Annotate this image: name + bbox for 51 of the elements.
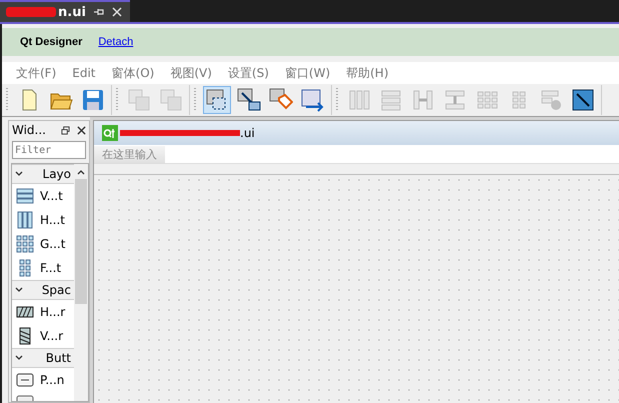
menu-item[interactable]: 文件(F): [16, 64, 56, 82]
document-title: n.ui: [58, 4, 86, 20]
scrollbar-thumb[interactable]: [75, 179, 87, 304]
scrollbar[interactable]: [74, 164, 88, 401]
filter-field[interactable]: Filter: [12, 141, 86, 159]
resize-icon: [571, 88, 595, 112]
category-name: Butt: [46, 351, 71, 365]
stacked-squares-icon: [127, 88, 151, 112]
columns-icon[interactable]: [16, 211, 34, 229]
float-icon[interactable]: [61, 126, 70, 134]
category-header[interactable]: Butt: [12, 348, 74, 368]
category-header[interactable]: Spac: [12, 280, 74, 300]
rows-icon[interactable]: [16, 187, 34, 205]
menu-item[interactable]: 视图(V): [170, 64, 212, 82]
tag-icon: [269, 88, 293, 112]
widget-item-label[interactable]: V...r: [40, 329, 64, 343]
widget-item-label[interactable]: P...n: [40, 373, 64, 387]
menu-item[interactable]: 窗体(O): [112, 64, 154, 82]
horizontal-split-icon: [411, 88, 435, 112]
columns-icon: [347, 88, 371, 112]
category-name: Layo: [42, 167, 71, 181]
widget-item-label[interactable]: H...r: [40, 305, 66, 319]
document-tab[interactable]: n.ui: [0, 0, 130, 22]
break-layout-icon: [539, 88, 563, 112]
form-title: .ui: [240, 126, 255, 140]
pin-icon[interactable]: [94, 8, 104, 16]
panel-title: Wid...: [12, 123, 47, 137]
redaction-mark: [6, 7, 56, 17]
banner-title: Qt Designer: [20, 36, 82, 48]
widget-item-label[interactable]: G...t: [40, 237, 66, 251]
menu-item[interactable]: 帮助(H): [346, 64, 389, 82]
detach-link[interactable]: Detach: [98, 36, 134, 48]
menu-item[interactable]: 窗口(W): [284, 64, 330, 82]
stacked-squares-icon: [159, 88, 183, 112]
close-icon[interactable]: [77, 126, 86, 134]
widget-item-label[interactable]: H...t: [40, 213, 65, 227]
save-icon: [81, 88, 105, 112]
qt-logo-icon: [102, 125, 118, 141]
category-header[interactable]: Layo: [12, 164, 74, 184]
widget-item-label[interactable]: F...t: [40, 261, 62, 275]
toolbar-button[interactable]: [203, 86, 231, 114]
rows-icon: [379, 88, 403, 112]
tab-order-icon: [301, 88, 325, 112]
menu-item[interactable]: Edit: [72, 66, 96, 80]
menu-item[interactable]: 设置(S): [228, 64, 269, 82]
grid-icon[interactable]: [16, 235, 34, 253]
widget-item-label[interactable]: V...t: [40, 189, 63, 203]
scroll-up-icon[interactable]: [77, 169, 85, 175]
vertical-split-icon: [443, 88, 467, 112]
signal-edit-icon: [237, 88, 261, 112]
category-name: Spac: [42, 283, 71, 297]
